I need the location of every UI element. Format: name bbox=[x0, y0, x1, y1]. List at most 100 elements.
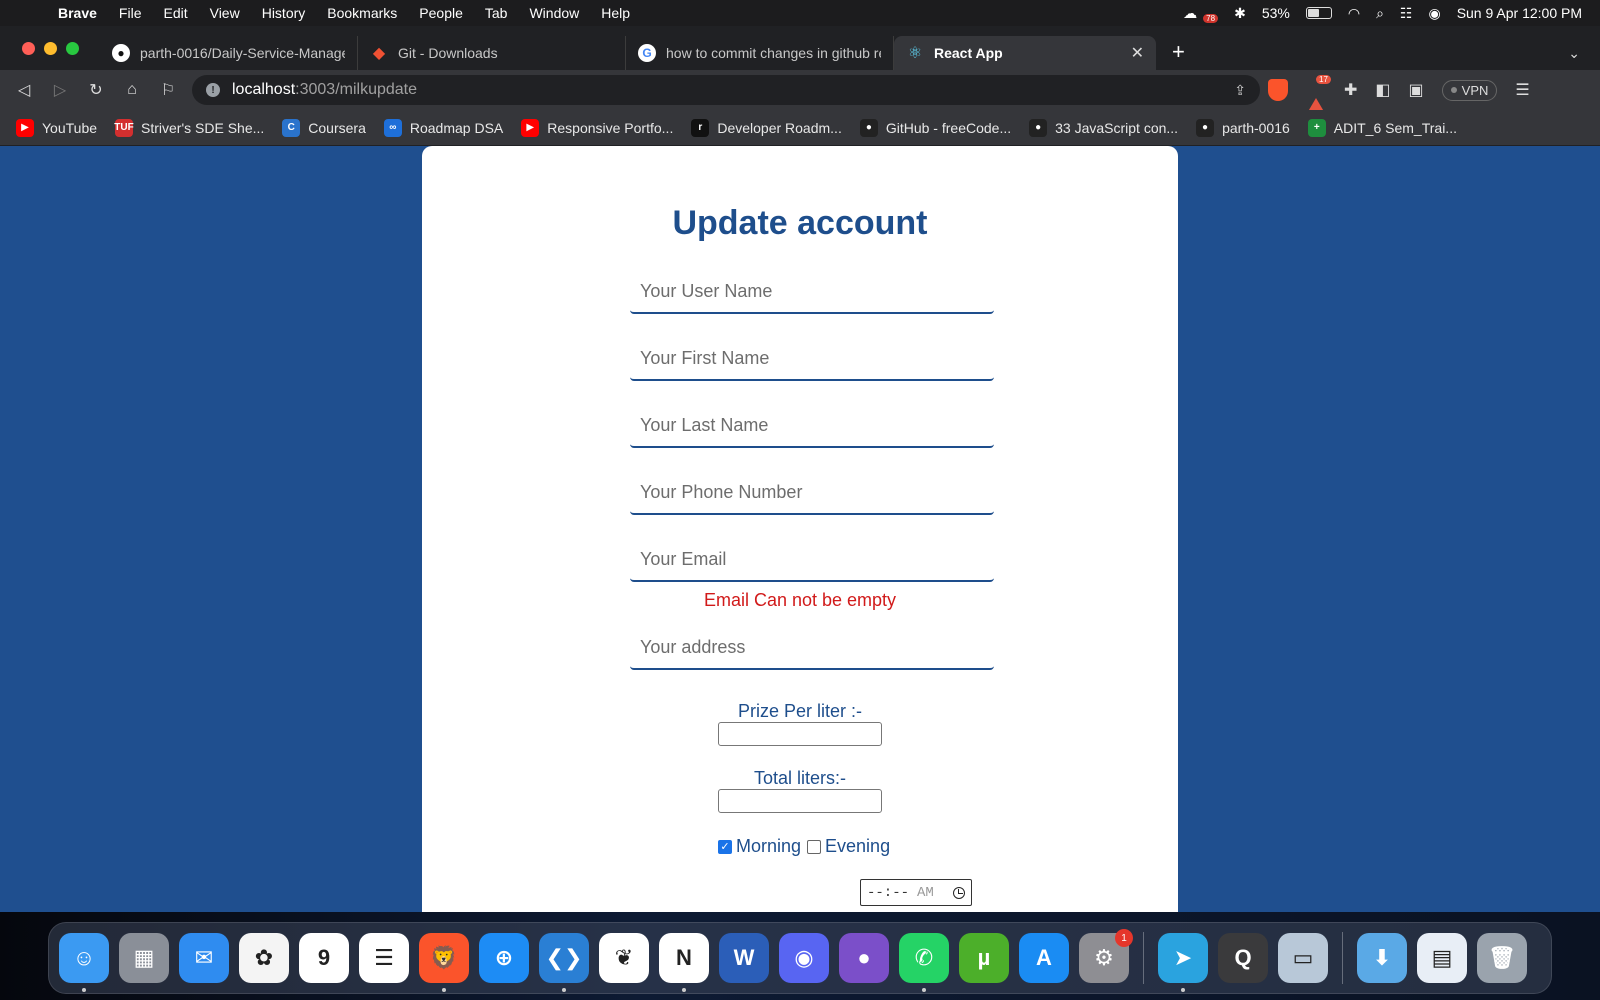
bookmark-label: ADIT_6 Sem_Trai... bbox=[1333, 119, 1457, 136]
spotlight-search-icon[interactable]: ⌕ bbox=[1376, 5, 1384, 22]
tab-github[interactable]: ● parth-0016/Daily-Service-Managem bbox=[100, 36, 358, 70]
reminders-icon[interactable]: ☰ bbox=[359, 933, 409, 983]
vpn-button[interactable]: VPN bbox=[1441, 79, 1498, 101]
dock-separator bbox=[1342, 932, 1343, 984]
launchpad-icon[interactable]: ▦ bbox=[119, 933, 169, 983]
bookmark-item[interactable]: + ADIT_6 Sem_Trai... bbox=[1307, 118, 1457, 137]
brave-shields-icon[interactable] bbox=[1268, 79, 1288, 101]
siri-icon[interactable]: ◉ bbox=[1428, 5, 1440, 22]
share-icon[interactable]: ⇪ bbox=[1234, 82, 1246, 99]
menu-app-name[interactable]: Brave bbox=[58, 5, 108, 21]
vscode-icon[interactable]: ❮❯ bbox=[539, 933, 589, 992]
morning-checkbox[interactable]: ✓ bbox=[718, 839, 732, 854]
tab-google-search[interactable]: G how to commit changes in github re bbox=[626, 36, 894, 70]
wifi-icon[interactable]: ◠ bbox=[1348, 5, 1360, 22]
new-tab-button[interactable]: + bbox=[1156, 31, 1201, 65]
clock-icon[interactable] bbox=[953, 886, 965, 899]
forward-button[interactable]: ▷ bbox=[42, 80, 78, 100]
address-bar[interactable]: ! localhost :3003/milkupdate ⇪ bbox=[192, 75, 1260, 105]
address-input[interactable] bbox=[630, 626, 994, 670]
quicktime-icon[interactable]: Q bbox=[1218, 933, 1268, 983]
lastname-input[interactable] bbox=[630, 404, 994, 448]
evening-checkbox[interactable] bbox=[807, 839, 822, 854]
bookmark-label: 33 JavaScript con... bbox=[1055, 119, 1179, 136]
menu-history[interactable]: History bbox=[251, 5, 317, 21]
site-info-icon[interactable]: ! bbox=[206, 83, 220, 97]
photos-icon[interactable]: ✿ bbox=[239, 933, 289, 983]
dock-glyph: ✿ bbox=[254, 945, 274, 970]
browser-tab-bar: ● parth-0016/Daily-Service-Managem ◆ Git… bbox=[0, 26, 1600, 70]
username-input[interactable] bbox=[630, 270, 994, 314]
menu-edit[interactable]: Edit bbox=[152, 5, 198, 21]
close-tab-icon[interactable]: ✕ bbox=[1131, 43, 1144, 63]
system-settings-icon[interactable]: ⚙ 1 bbox=[1079, 929, 1133, 983]
menu-bookmarks[interactable]: Bookmarks bbox=[316, 5, 408, 21]
calendar-icon[interactable]: 9 bbox=[299, 933, 349, 983]
minimize-window-button[interactable] bbox=[44, 41, 57, 55]
email-input[interactable] bbox=[630, 538, 994, 582]
bookmark-item[interactable]: ● parth-0016 bbox=[1196, 118, 1290, 137]
mail-icon[interactable]: ✉ bbox=[179, 933, 229, 983]
wallet-icon[interactable]: ▣ bbox=[1409, 80, 1424, 100]
word-icon[interactable]: W bbox=[719, 933, 769, 983]
utorrent-icon[interactable]: µ bbox=[959, 933, 1009, 983]
recent-doc-icon[interactable]: ▤ bbox=[1417, 933, 1467, 983]
firstname-input[interactable] bbox=[630, 337, 994, 381]
brave-icon[interactable]: 🦁 bbox=[419, 933, 469, 992]
downloads-folder-icon[interactable]: ⬇ bbox=[1357, 933, 1407, 983]
bookmark-button[interactable]: ⚐ bbox=[150, 80, 186, 100]
bookmark-item[interactable]: ∞ Roadmap DSA bbox=[383, 118, 503, 137]
brave-rewards-icon[interactable]: 17 bbox=[1306, 75, 1331, 115]
bookmark-item[interactable]: ▶ Responsive Portfo... bbox=[521, 118, 673, 137]
bluetooth-icon[interactable]: ✱ bbox=[1234, 5, 1246, 22]
bookmark-item[interactable]: ▶ YouTube bbox=[16, 118, 97, 137]
menu-view[interactable]: View bbox=[199, 5, 251, 21]
telegram-icon[interactable]: ➤ bbox=[1158, 933, 1208, 992]
phone-input[interactable] bbox=[630, 471, 994, 515]
macos-dock: ☺ ▦ ✉ ✿ 9 ☰ 🦁 ⊕ ❮❯ ❦ N W ◉ ● ✆ µ A ⚙ 1 ➤ Q ▭ ⬇ ▤ 🗑 bbox=[48, 922, 1552, 994]
git-icon: ◆ bbox=[372, 45, 386, 62]
tab-search-chevron-icon[interactable]: ⌄ bbox=[1568, 35, 1600, 62]
tab-react-app[interactable]: ⚛ React App ✕ bbox=[894, 36, 1156, 70]
menu-people[interactable]: People bbox=[408, 5, 474, 21]
tab-title: Git - Downloads bbox=[398, 45, 498, 61]
menu-file[interactable]: File bbox=[108, 5, 153, 21]
bookmark-item[interactable]: C Coursera bbox=[282, 118, 366, 137]
app-store-icon[interactable]: A bbox=[1019, 933, 1069, 983]
menubar-clock[interactable]: Sun 9 Apr 12:00 PM bbox=[1457, 5, 1582, 21]
update-account-card: Update account Email Can not be empty Pr… bbox=[422, 146, 1178, 912]
tab-git-downloads[interactable]: ◆ Git - Downloads bbox=[358, 36, 626, 70]
bookmark-item[interactable]: ● 33 JavaScript con... bbox=[1029, 118, 1179, 137]
menu-help[interactable]: Help bbox=[590, 5, 641, 21]
zoom-window-button[interactable] bbox=[66, 41, 79, 55]
reload-button[interactable]: ↻ bbox=[78, 80, 114, 100]
window-controls bbox=[0, 41, 100, 55]
bookmark-item[interactable]: r Developer Roadm... bbox=[691, 118, 842, 137]
total-liters-input[interactable] bbox=[718, 789, 882, 813]
github-desktop-icon[interactable]: ● bbox=[839, 933, 889, 983]
status-app-icon[interactable]: ☁ bbox=[1183, 5, 1197, 22]
finder-icon[interactable]: ☺ bbox=[59, 933, 109, 992]
home-button[interactable]: ⌂ bbox=[114, 81, 150, 99]
time-input[interactable]: --:-- AM bbox=[860, 879, 972, 906]
whatsapp-icon[interactable]: ✆ bbox=[899, 933, 949, 992]
menu-tab[interactable]: Tab bbox=[474, 5, 519, 21]
discord-icon[interactable]: ◉ bbox=[779, 933, 829, 983]
price-per-liter-input[interactable] bbox=[718, 722, 882, 746]
sidebar-icon[interactable]: ◧ bbox=[1375, 80, 1390, 100]
dock-glyph: 🦁 bbox=[430, 945, 458, 970]
notion-icon[interactable]: N bbox=[659, 933, 709, 992]
safari-icon[interactable]: ⊕ bbox=[479, 933, 529, 983]
menu-window[interactable]: Window bbox=[518, 5, 590, 21]
close-window-button[interactable] bbox=[22, 41, 35, 55]
trash-icon[interactable]: 🗑 bbox=[1477, 933, 1527, 983]
mongodb-icon[interactable]: ❦ bbox=[599, 933, 649, 983]
menu-icon[interactable]: ☰ bbox=[1515, 80, 1529, 100]
battery-icon[interactable] bbox=[1305, 7, 1332, 19]
back-button[interactable]: ◁ bbox=[6, 80, 42, 100]
control-center-icon[interactable]: ☷ bbox=[1400, 5, 1413, 22]
bookmark-item[interactable]: ● GitHub - freeCode... bbox=[859, 118, 1011, 137]
bookmark-item[interactable]: TUF Striver's SDE She... bbox=[114, 118, 264, 137]
extensions-icon[interactable]: ✚ bbox=[1344, 80, 1357, 100]
preview-icon[interactable]: ▭ bbox=[1278, 933, 1328, 983]
